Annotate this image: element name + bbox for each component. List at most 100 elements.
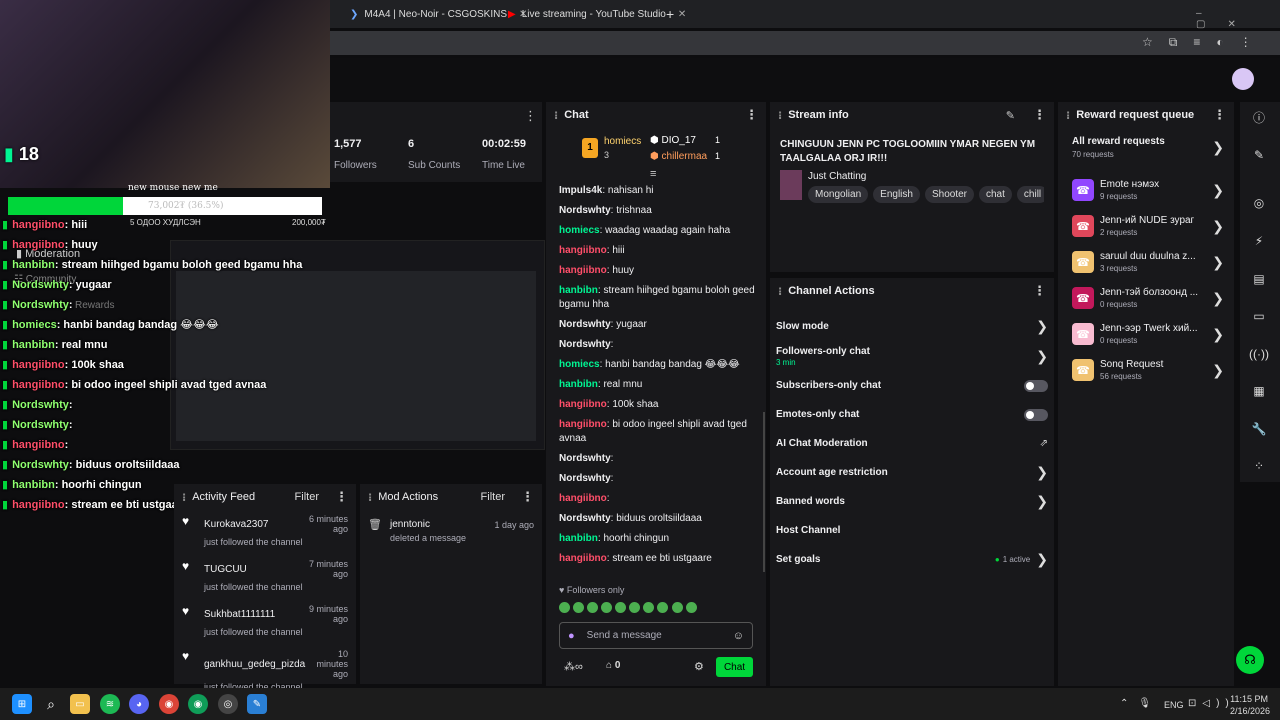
drag-icon[interactable]: ⁝ [554, 109, 558, 122]
stream-tag[interactable]: Shooter [924, 186, 974, 203]
info-icon[interactable]: ⓘ [1248, 106, 1270, 128]
channel-action-item[interactable]: Account age restriction ❯ [776, 458, 1048, 487]
reward-item[interactable]: ☎ Sonq Request 56 requests ❯ [1072, 352, 1224, 388]
chat-username[interactable]: hangiibno [559, 419, 607, 430]
activity-user[interactable]: Sukhbat1111111 [204, 609, 275, 620]
drag-icon[interactable]: ⁝ [778, 285, 782, 298]
channel-action-item[interactable]: Emotes-only chat [776, 400, 1048, 429]
channel-action-item[interactable]: Followers-only chat 3 min ❯ [776, 341, 1048, 371]
reward-item[interactable]: ☎ Jenn-тэй болзоонд ... 0 requests ❯ [1072, 280, 1224, 316]
drag-icon[interactable]: ⁝ [368, 491, 372, 504]
expand-leaderboard-icon[interactable]: ≡ [650, 168, 656, 180]
search-icon[interactable]: ⌕ [41, 694, 61, 714]
activity-user[interactable]: Kurokava2307 [204, 519, 269, 530]
chat-username[interactable]: hanbibn [559, 285, 598, 296]
camera-icon[interactable]: ◎ [1248, 192, 1270, 214]
chat-username[interactable]: Nordswhty [559, 473, 611, 484]
edit-icon[interactable]: ✎ [1006, 109, 1015, 122]
all-rewards-item[interactable]: All reward requests 70 requests ❯ [1072, 136, 1224, 159]
browser-tab[interactable]: ▶ Live streaming - YouTube Studio ✕ [508, 4, 686, 24]
emoji-icon[interactable]: ☺ [733, 630, 744, 642]
channel-action-item[interactable]: Subscribers-only chat [776, 371, 1048, 400]
toggle-switch[interactable] [1024, 408, 1048, 421]
kebab-icon[interactable]: ⋮ [1033, 107, 1046, 123]
chat-bubble-icon[interactable]: ▭ [1248, 305, 1270, 327]
chat-username[interactable]: Nordswhty [559, 205, 611, 216]
avatar[interactable] [1232, 68, 1254, 90]
new-tab-button[interactable]: + [666, 4, 674, 24]
chat-username[interactable]: Nordswhty [559, 339, 611, 350]
lightning-icon[interactable]: ⚡ [1248, 230, 1270, 252]
chat-settings-icon[interactable]: ⚙ [694, 660, 704, 673]
browser-tab[interactable]: ❯ M4A4 | Neo-Noir - CSGOSKINS ✕ [350, 4, 527, 24]
community-points-icon[interactable]: ⁂∞ [564, 660, 583, 673]
channel-action-item[interactable]: Slow mode ❯ [776, 312, 1048, 341]
kebab-icon[interactable]: ⋮ [524, 108, 537, 124]
stream-category[interactable]: Just Chatting [808, 171, 866, 182]
help-icon[interactable]: ☊ [1236, 646, 1264, 674]
extensions-icon[interactable]: ⁘ [1248, 455, 1270, 477]
emote-bar[interactable] [559, 601, 759, 615]
microphone-icon[interactable]: ● [568, 630, 575, 642]
window-controls[interactable]: –▢✕ [1196, 8, 1280, 30]
chat-username[interactable]: hangiibno [559, 265, 607, 276]
stream-tag[interactable]: chat [979, 186, 1012, 203]
chrome-icon[interactable]: ◉ [159, 694, 179, 714]
reward-item[interactable]: ☎ saruul duu duulna z... 3 requests ❯ [1072, 244, 1224, 280]
drag-icon[interactable]: ⁝ [1066, 109, 1070, 122]
channel-action-item[interactable]: Set goals ● 1 active ❯ [776, 545, 1048, 574]
chat-username[interactable]: hanbibn [559, 379, 598, 390]
system-tray-icons[interactable]: ⊡◁)) [1188, 698, 1235, 709]
close-icon[interactable]: ✕ [678, 9, 686, 20]
chat-username[interactable]: hangiibno [559, 245, 607, 256]
chat-username[interactable]: Nordswhty [559, 513, 611, 524]
channel-action-item[interactable]: Banned words ❯ [776, 487, 1048, 516]
chat-username[interactable]: hanbibn [559, 533, 598, 544]
external-link-icon[interactable]: ⇗ [1040, 438, 1048, 449]
chat-username[interactable]: hangiibno [559, 493, 607, 504]
filter-button[interactable]: Filter [481, 491, 505, 503]
browser-toolbar-icons[interactable]: ☆⧉≡◐⋮ [1142, 35, 1268, 50]
chat-input[interactable]: ● Send a message ☺ [559, 622, 753, 649]
wrench-icon[interactable]: 🔧 [1248, 418, 1270, 440]
stream-tag[interactable]: Mongolian [808, 186, 869, 203]
send-chat-button[interactable]: Chat [716, 657, 753, 677]
store-icon[interactable]: ⌂ 0 [606, 660, 620, 671]
channel-action-item[interactable]: Host Channel [776, 516, 1048, 545]
pencil-icon[interactable]: ✎ [1248, 144, 1270, 166]
chat-username[interactable]: Impuls4k [559, 185, 602, 196]
kebab-icon[interactable]: ⋮ [1033, 283, 1046, 299]
layout-icon[interactable]: ▦ [1248, 380, 1270, 402]
chat-username[interactable]: homiecs [559, 225, 600, 236]
stream-tag[interactable]: English [873, 186, 920, 203]
language-indicator[interactable]: ENG [1164, 700, 1184, 710]
app-icon[interactable]: ✎ [247, 694, 267, 714]
kebab-icon[interactable]: ⋮ [521, 489, 534, 505]
obs-icon[interactable]: ◎ [218, 694, 238, 714]
address-bar[interactable] [330, 31, 1280, 55]
toggle-switch[interactable] [1024, 379, 1048, 392]
chat-scrollbar[interactable] [763, 412, 765, 572]
spotify-icon[interactable]: ≋ [100, 694, 120, 714]
drag-icon[interactable]: ⁝ [778, 109, 782, 122]
filter-button[interactable]: Filter [295, 491, 319, 503]
broadcast-icon[interactable]: ((·)) [1248, 343, 1270, 365]
reward-item[interactable]: ☎ Jenn-ээр Twerk хий... 0 requests ❯ [1072, 316, 1224, 352]
kebab-icon[interactable]: ⋮ [745, 107, 758, 123]
chat-username[interactable]: Nordswhty [559, 453, 611, 464]
kebab-icon[interactable]: ⋮ [1213, 107, 1226, 123]
tray-icons[interactable]: ⌃🎙 [1120, 698, 1161, 709]
file-explorer-icon[interactable]: ▭ [70, 694, 90, 714]
reward-item[interactable]: ☎ Jenn-ий NUDE зураг 2 requests ❯ [1072, 208, 1224, 244]
drag-icon[interactable]: ⁝ [182, 491, 186, 504]
stream-tag[interactable]: chill [1016, 186, 1044, 203]
clock[interactable]: 11:15 PM 2/16/2026 [1230, 694, 1270, 716]
chat-username[interactable]: hangiibno [559, 553, 607, 564]
reward-item[interactable]: ☎ Emote нэмэх 9 requests ❯ [1072, 172, 1224, 208]
document-icon[interactable]: ▤ [1248, 268, 1270, 290]
channel-action-item[interactable]: AI Chat Moderation ⇗ [776, 429, 1048, 458]
chat-username[interactable]: homiecs [559, 359, 600, 370]
windows-start-icon[interactable]: ⊞ [12, 694, 32, 714]
activity-user[interactable]: gankhuu_gedeg_pizda [204, 659, 305, 670]
kebab-icon[interactable]: ⋮ [335, 489, 348, 505]
